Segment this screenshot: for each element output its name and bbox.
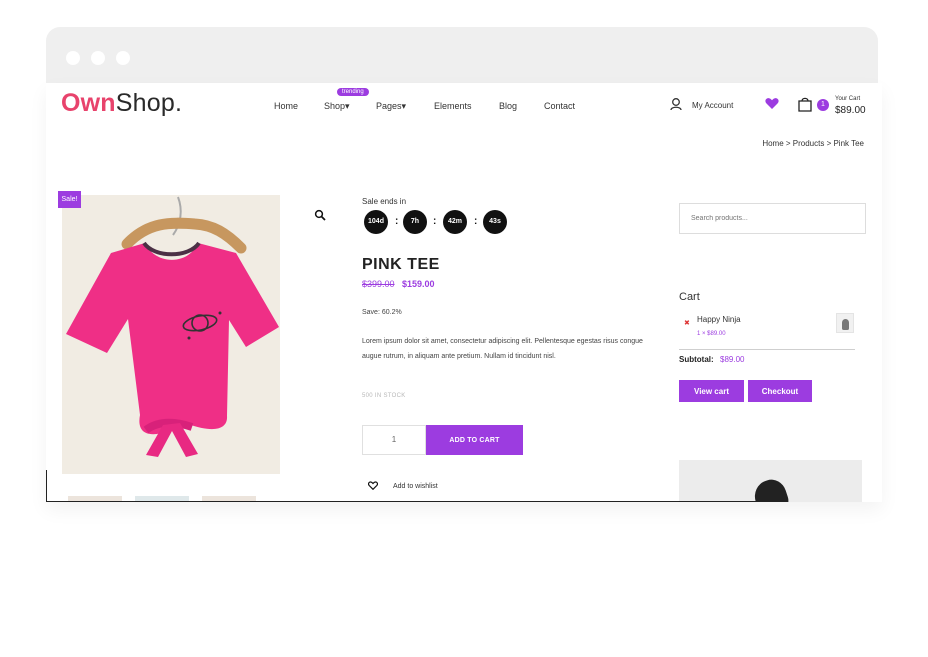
window-dot-3 (116, 51, 130, 65)
countdown-separator: : (474, 216, 478, 227)
sale-price: $159.00 (402, 279, 435, 289)
trending-badge: trending (337, 88, 369, 96)
checkout-button[interactable]: Checkout (748, 380, 812, 402)
countdown-minutes: 42m (443, 210, 467, 234)
nav-shop[interactable]: Shop▾ (324, 101, 350, 112)
page-edge-line (46, 470, 47, 502)
cart-count-badge: 1 (817, 99, 829, 111)
heart-icon[interactable] (765, 97, 779, 110)
countdown-separator: : (395, 216, 399, 227)
browser-frame (46, 27, 878, 83)
save-percent: Save: 60.2% (362, 309, 402, 316)
search-products-input[interactable] (679, 203, 866, 234)
cart-widget-title: Cart (679, 291, 700, 303)
add-to-wishlist-link[interactable]: Add to wishlist (393, 483, 438, 490)
nav-pages[interactable]: Pages▾ (376, 101, 406, 112)
cart-divider (679, 349, 855, 350)
nav-blog[interactable]: Blog (499, 101, 517, 111)
nav-home[interactable]: Home (274, 101, 298, 111)
view-cart-button[interactable]: View cart (679, 380, 744, 402)
my-account-link[interactable]: My Account (692, 101, 733, 110)
your-cart-label: Your Cart (835, 96, 861, 102)
product-title: PINK TEE (362, 256, 440, 273)
countdown-seconds: 43s (483, 210, 507, 234)
cart-total: $89.00 (835, 105, 866, 116)
logo-own: Own (61, 89, 116, 117)
window-dot-2 (91, 51, 105, 65)
quantity-input[interactable]: 1 (362, 425, 426, 455)
countdown-hours: 7h (403, 210, 427, 234)
sale-ends-label: Sale ends in (362, 197, 407, 206)
nav-contact[interactable]: Contact (544, 101, 575, 111)
breadcrumb[interactable]: Home > Products > Pink Tee (762, 139, 864, 148)
sale-badge: Sale! (58, 191, 81, 208)
account-icon[interactable] (670, 98, 682, 111)
wishlist-heart-icon[interactable] (368, 481, 378, 490)
cart-item-price: 1 × $89.00 (697, 331, 726, 337)
logo-shop: Shop. (115, 89, 183, 117)
old-price: $399.00 (362, 279, 395, 289)
cart-icon[interactable] (797, 96, 813, 113)
pink-tee-image (66, 196, 279, 457)
subtotal-label: Subtotal: (679, 355, 714, 364)
promo-image[interactable] (679, 460, 862, 502)
site-logo[interactable]: OwnShop. (61, 89, 182, 118)
window-dot-1 (66, 51, 80, 65)
page-bottom-line (46, 501, 766, 502)
countdown-separator: : (433, 216, 437, 227)
add-to-cart-button[interactable]: ADD TO CART (426, 425, 523, 455)
countdown-days: 104d (364, 210, 388, 234)
cart-item-thumbnail[interactable] (836, 313, 854, 333)
subtotal-value: $89.00 (720, 355, 745, 364)
product-image[interactable] (62, 195, 280, 474)
product-description: Lorem ipsum dolor sit amet, consectetur … (362, 338, 643, 360)
cart-item-name[interactable]: Happy Ninja (697, 315, 741, 324)
nav-elements[interactable]: Elements (434, 101, 472, 111)
zoom-icon[interactable] (314, 209, 326, 221)
product-page: OwnShop. Home Shop▾ trending Pages▾ Elem… (46, 83, 882, 502)
remove-icon[interactable]: ✖ (684, 319, 690, 327)
stock-status: 500 IN STOCK (362, 393, 406, 399)
